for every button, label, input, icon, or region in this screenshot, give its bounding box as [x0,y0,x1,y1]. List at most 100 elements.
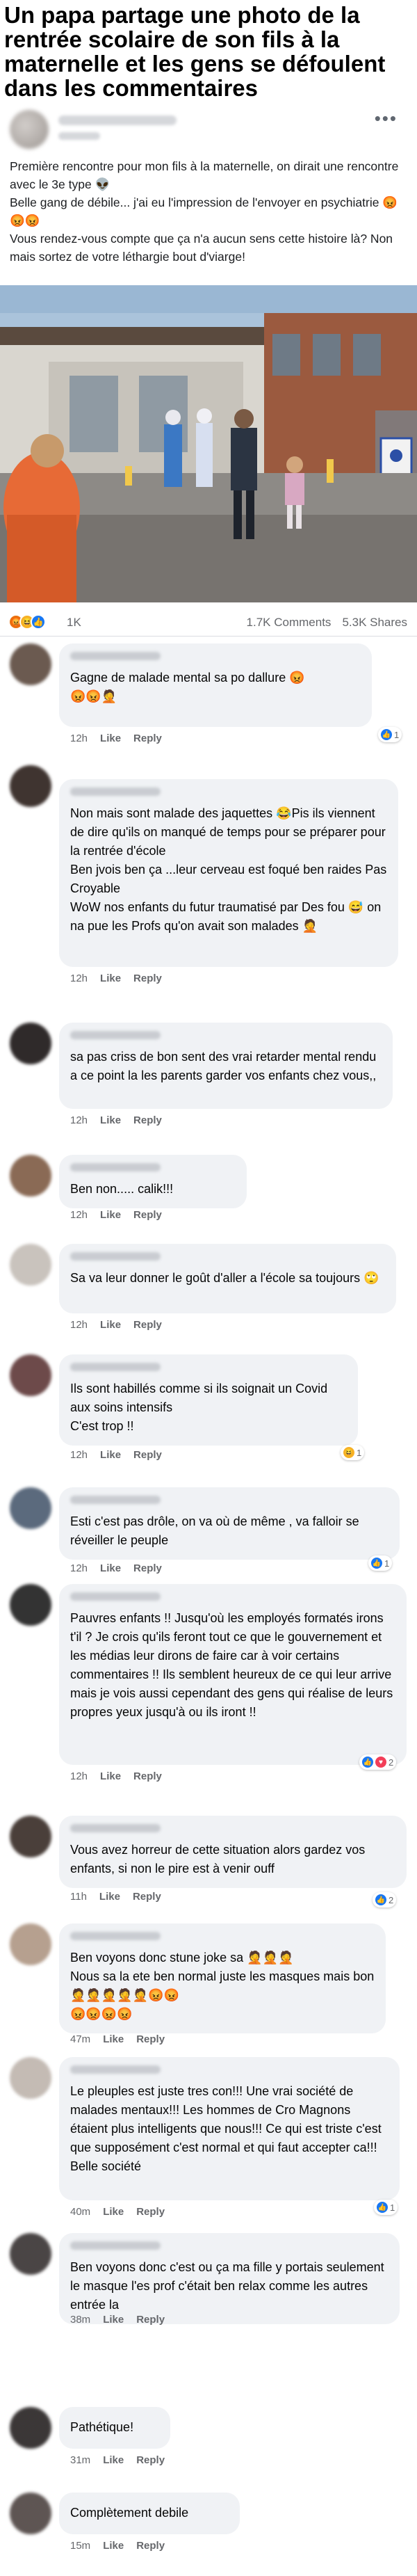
comment-time[interactable]: 12h [70,1114,88,1126]
comment-reactions[interactable]: 👍 ♥ 2 [359,1754,397,1770]
post-menu-button[interactable]: ••• [375,109,398,127]
comment-time[interactable]: 12h [70,733,88,744]
comment-bubble: Pathétique! [59,2407,170,2449]
commenter-name-blurred[interactable] [70,1163,161,1171]
like-reaction-icon: 👍 [375,1894,386,1905]
reaction-count[interactable]: 1K [67,616,81,630]
comment-time[interactable]: 47m [70,2033,90,2045]
comment-text: Ben non..... calik!!! [70,1182,174,1196]
reaction-icons[interactable]: 😡 😆 👍 [8,614,46,630]
comment-time[interactable]: 12h [70,1449,88,1461]
reply-link[interactable]: Reply [136,2540,165,2552]
comment-actions: 12h Like Reply [70,1562,174,1574]
commenter-avatar[interactable] [10,1354,51,1396]
comment-bubble: Pauvres enfants !! Jusqu'où les employés… [59,1584,407,1765]
commenter-avatar[interactable] [10,2493,51,2534]
comment-time[interactable]: 15m [70,2540,90,2552]
comment-time[interactable]: 12h [70,1770,88,1782]
like-link[interactable]: Like [100,1770,121,1782]
like-link[interactable]: Like [100,1449,121,1461]
reply-link[interactable]: Reply [133,1114,162,1126]
reply-link[interactable]: Reply [133,1770,162,1782]
poster-name-blurred[interactable] [58,115,177,125]
shares-count-link[interactable]: 5.3K Shares [342,616,407,629]
post-body: Première rencontre pour mon fils à la ma… [10,157,409,266]
reply-link[interactable]: Reply [133,733,162,744]
poster-avatar[interactable] [10,110,49,149]
commenter-avatar[interactable] [10,1923,51,1965]
comment-actions: 12h Like Reply [70,1319,174,1331]
like-link[interactable]: Like [103,2033,124,2045]
commenter-avatar[interactable] [10,2407,51,2449]
comment-reactions[interactable]: 😆 1 [341,1445,365,1460]
reply-link[interactable]: Reply [136,2454,165,2466]
reply-link[interactable]: Reply [136,2314,165,2326]
comment-time[interactable]: 12h [70,1209,88,1221]
commenter-name-blurred[interactable] [70,2241,161,2250]
reaction-count: 1 [357,1447,362,1458]
comment-time[interactable]: 31m [70,2454,90,2466]
reply-link[interactable]: Reply [136,2033,165,2045]
reply-link[interactable]: Reply [133,1449,162,1461]
commenter-name-blurred[interactable] [70,1363,161,1371]
commenter-name-blurred[interactable] [70,1031,161,1039]
reply-link[interactable]: Reply [136,2206,165,2218]
commenter-avatar[interactable] [10,643,51,685]
comment-time[interactable]: 40m [70,2206,90,2218]
comment-time[interactable]: 12h [70,973,88,984]
comment-reactions[interactable]: 👍 1 [368,1555,393,1571]
like-link[interactable]: Like [103,2206,124,2218]
reaction-count: 1 [384,1558,390,1569]
laugh-reaction-icon: 😆 [343,1447,354,1458]
heart-reaction-icon: ♥ [375,1757,386,1768]
commenter-name-blurred[interactable] [70,1592,161,1601]
reply-link[interactable]: Reply [133,1562,162,1574]
comment-text: Sa va leur donner le goût d'aller a l'éc… [70,1271,379,1285]
commenter-avatar[interactable] [10,1023,51,1064]
commenter-name-blurred[interactable] [70,1252,161,1261]
commenter-avatar[interactable] [10,1584,51,1626]
comment-time[interactable]: 38m [70,2314,90,2326]
commenter-name-blurred[interactable] [70,1824,161,1832]
like-link[interactable]: Like [103,2314,124,2326]
like-link[interactable]: Like [100,733,121,744]
commenter-name-blurred[interactable] [70,2065,161,2074]
comment-time[interactable]: 12h [70,1319,88,1331]
commenter-avatar[interactable] [10,1816,51,1857]
like-link[interactable]: Like [103,2454,124,2466]
comment-time[interactable]: 11h [70,1891,87,1903]
reply-link[interactable]: Reply [133,1891,161,1903]
like-link[interactable]: Like [100,1209,121,1221]
commenter-name-blurred[interactable] [70,652,161,660]
commenter-avatar[interactable] [10,1244,51,1286]
like-link[interactable]: Like [103,2540,124,2552]
reply-link[interactable]: Reply [133,1209,162,1221]
commenter-avatar[interactable] [10,2233,51,2275]
comment-reactions[interactable]: 👍 1 [374,2200,398,2215]
post-stats-bar: 😡 😆 👍 1K 1.7K Comments 5.3K Shares [0,609,417,637]
reaction-count: 1 [390,2202,395,2213]
like-link[interactable]: Like [100,1319,121,1331]
comment-reactions[interactable]: 👍 1 [378,727,402,742]
comment-time[interactable]: 12h [70,1562,88,1574]
comments-count-link[interactable]: 1.7K Comments [247,616,332,629]
commenter-name-blurred[interactable] [70,1496,161,1504]
comment-bubble: Ils sont habillés comme si ils soignait … [59,1354,358,1446]
post-photo[interactable] [0,285,417,602]
comment-text: Non mais sont malade des jaquettes 😂Pis … [70,806,387,933]
like-link[interactable]: Like [100,1114,121,1126]
like-link[interactable]: Like [100,973,121,984]
commenter-avatar[interactable] [10,765,51,807]
commenter-avatar[interactable] [10,1487,51,1529]
comment-text: Le pleuples est juste tres con!!! Une vr… [70,2084,382,2173]
commenter-avatar[interactable] [10,2057,51,2099]
commenter-avatar[interactable] [10,1155,51,1197]
like-link[interactable]: Like [99,1891,120,1903]
comment-bubble: Ben non..... calik!!! [59,1155,247,1208]
like-link[interactable]: Like [100,1562,121,1574]
reply-link[interactable]: Reply [133,1319,162,1331]
comment-reactions[interactable]: 👍 2 [373,1892,397,1907]
commenter-name-blurred[interactable] [70,1932,161,1940]
commenter-name-blurred[interactable] [70,787,161,796]
reply-link[interactable]: Reply [133,973,162,984]
